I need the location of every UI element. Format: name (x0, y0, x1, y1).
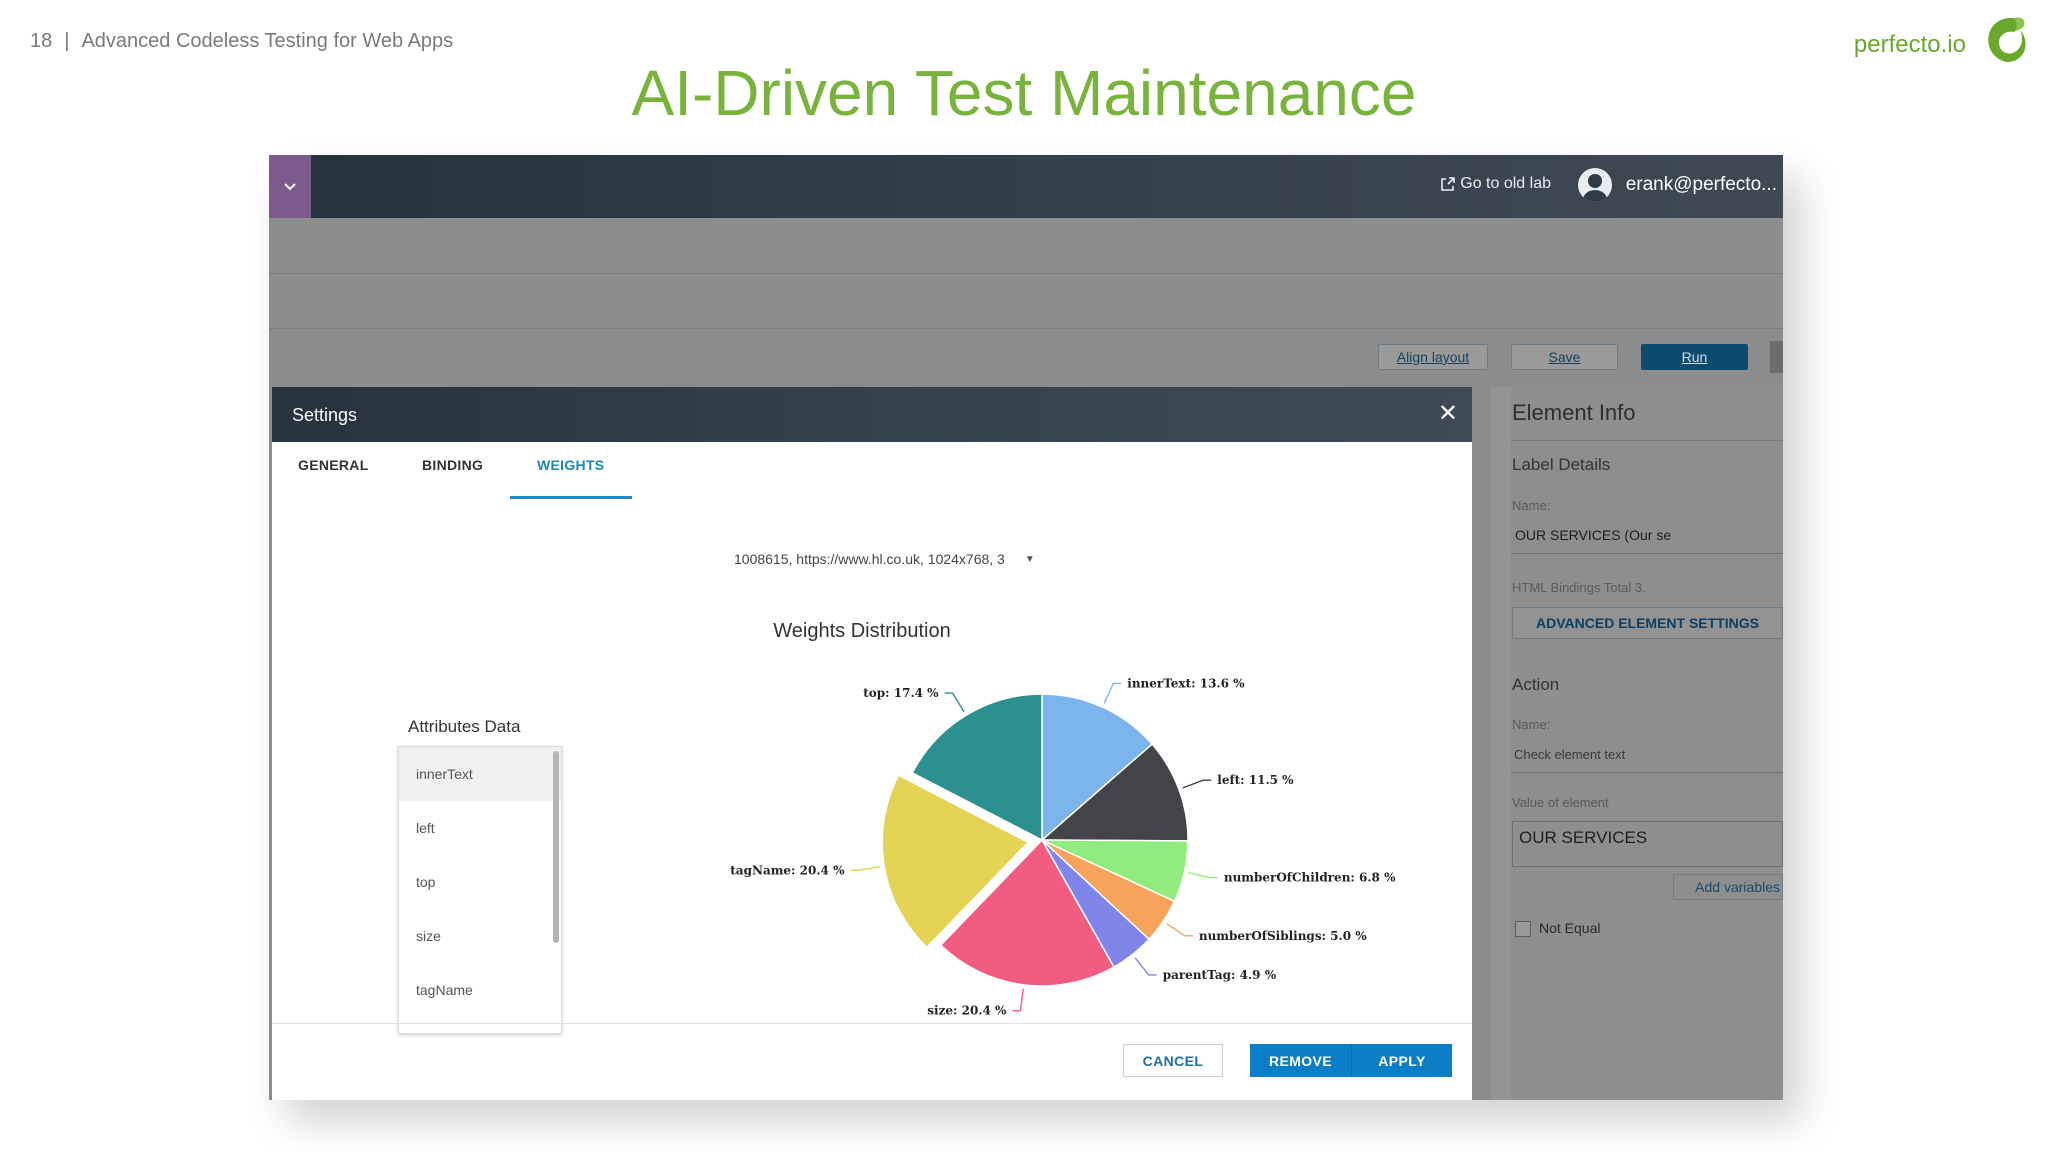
go-to-old-lab-link[interactable]: Go to old lab (1440, 175, 1551, 193)
pie-connector-tagName (850, 865, 881, 871)
pie-label-innerText: innerText: 13.6 % (1127, 676, 1245, 690)
menu-toggle-button[interactable] (269, 155, 311, 218)
brand-name: perfecto.io (1853, 31, 1966, 58)
slide-header: 18 | Advanced Codeless Testing for Web App… (30, 30, 453, 53)
user-name: erank@perfecto... (1625, 174, 1777, 195)
pie-label-numberOfChildren: numberOfChildren: 6.8 % (1224, 871, 1396, 885)
value-of-element-label: Value of element (1512, 795, 1609, 810)
header-separator: | (64, 30, 70, 52)
pie-connector-size (1012, 988, 1024, 1012)
pie-label-tagName: tagName: 20.4 % (730, 863, 845, 877)
pie-connector-parentTag (1134, 957, 1157, 976)
pie-connector-left (1182, 779, 1212, 789)
pie-connector-numberOfChildren (1188, 872, 1218, 879)
app-topbar: Go to old lab erank@perfecto... (269, 155, 1783, 218)
action-name-label: Name: (1512, 717, 1551, 732)
menu-bar (269, 218, 1783, 274)
action-heading: Action (1512, 675, 1560, 694)
pie-connector-top (944, 692, 965, 713)
pie-label-numberOfSiblings: numberOfSiblings: 5.0 % (1199, 929, 1367, 943)
deck-title: Advanced Codeless Testing for Web Apps (81, 30, 454, 52)
element-info-panel (1491, 387, 1783, 1100)
chevron-down-icon (284, 182, 296, 190)
sub-menu-bar (269, 274, 1783, 329)
weights-pie-chart: Weights Distribution innerText: 13.6 % le… (730, 620, 1396, 1018)
pie-label-left: left: 11.5 % (1217, 773, 1294, 787)
dialog-footer-divider (272, 1023, 1472, 1024)
chart-title: Weights Distribution (773, 620, 950, 642)
pie-label-size: size: 20.4 % (927, 1004, 1007, 1018)
not-equal-checkbox[interactable] (1515, 921, 1531, 937)
advanced-element-settings-button[interactable]: ADVANCED ELEMENT SETTINGS (1512, 607, 1783, 639)
name-field-underline (1511, 553, 1783, 554)
settings-dialog: Settings ✕ GENERAL BINDING WEIGHTS 10086… (272, 387, 1472, 1100)
pie-label-top: top: 17.4 % (863, 686, 939, 700)
page-number: 18 (30, 30, 53, 52)
action-name-underline (1511, 772, 1783, 773)
element-info-title: Element Info (1512, 400, 1636, 425)
save-button[interactable]: Save (1511, 344, 1618, 370)
name-label: Name: (1512, 498, 1551, 513)
remove-button[interactable]: REMOVE (1250, 1044, 1351, 1077)
add-variables-button[interactable]: Add variables (1673, 874, 1783, 900)
action-name-field[interactable]: Check element text (1514, 747, 1625, 762)
name-field[interactable]: OUR SERVICES (Our se (1515, 527, 1671, 543)
avatar (1577, 168, 1612, 202)
label-details-heading: Label Details (1512, 455, 1611, 474)
external-link-icon (1441, 177, 1456, 191)
user-menu[interactable]: erank@perfecto... (1577, 168, 1777, 202)
align-layout-button[interactable]: Align layout (1378, 344, 1488, 370)
run-button[interactable]: Run (1641, 344, 1748, 370)
not-equal-label: Not Equal (1539, 920, 1601, 936)
pie-connector-numberOfSiblings (1166, 922, 1193, 937)
pie-connector-innerText (1103, 682, 1122, 704)
panel-divider (1511, 440, 1783, 441)
app-window: Go to old lab erank@perfecto... Align la… (269, 155, 1783, 1100)
toolbar-overflow (1770, 341, 1783, 373)
html-bindings-count: HTML Bindings Total 3. (1512, 580, 1646, 595)
value-of-element-field[interactable]: OUR SERVICES (1512, 821, 1783, 867)
slide-title: AI-Driven Test Maintenance (631, 57, 1417, 129)
cancel-button[interactable]: CANCEL (1123, 1044, 1223, 1077)
pie-label-parentTag: parentTag: 4.9 % (1163, 968, 1277, 982)
apply-button[interactable]: APPLY (1351, 1044, 1452, 1077)
go-to-old-lab-label: Go to old lab (1460, 175, 1551, 192)
